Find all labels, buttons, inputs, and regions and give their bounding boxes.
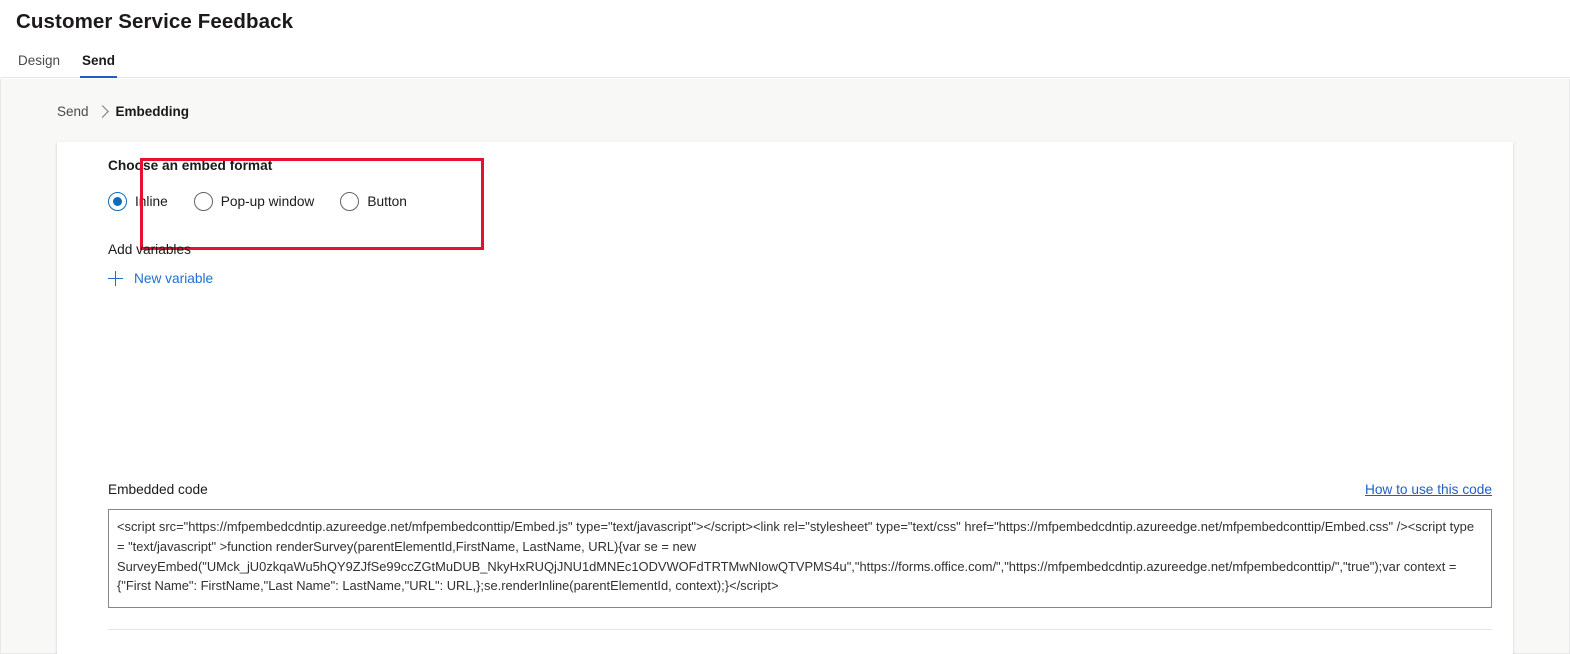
radio-popup-window[interactable]: Pop-up window	[193, 192, 315, 211]
new-variable-label: New variable	[134, 271, 214, 286]
footer-divider	[108, 629, 1492, 630]
add-variables-section: Add variables New variable	[108, 242, 213, 291]
how-to-use-code-link[interactable]: How to use this code	[1365, 482, 1492, 497]
page-header: Customer Service Feedback Design Send	[0, 0, 1570, 78]
tab-design[interactable]: Design	[16, 53, 62, 78]
embed-format-label: Choose an embed format	[108, 158, 273, 173]
embedding-card: Choose an embed format Inline Pop-up win…	[57, 142, 1513, 654]
embedded-code-label: Embedded code	[108, 482, 208, 497]
radio-popup-window-label: Pop-up window	[220, 194, 315, 209]
embedded-code-section: Embedded code How to use this code <scri…	[108, 482, 1492, 608]
tab-send[interactable]: Send	[80, 53, 118, 78]
radio-inline[interactable]: Inline	[108, 192, 168, 211]
radio-circle-icon	[108, 192, 127, 211]
radio-inline-label: Inline	[135, 194, 168, 209]
radio-button-label: Button	[367, 194, 407, 209]
tab-bar: Design Send	[16, 45, 118, 78]
embedded-code-textarea[interactable]: <script src="https://mfpembedcdntip.azur…	[108, 509, 1492, 608]
add-variables-label: Add variables	[108, 242, 191, 257]
page-title: Customer Service Feedback	[16, 10, 294, 33]
embedding-page: Customer Service Feedback Design Send Se…	[0, 0, 1570, 654]
embed-format-radio-group: Inline Pop-up window Button	[108, 192, 430, 211]
embedded-code-header: Embedded code How to use this code	[108, 482, 1492, 497]
plus-icon	[108, 271, 123, 286]
breadcrumb-item-embedding: Embedding	[115, 104, 190, 119]
page-canvas: Send Embedding Choose an embed format In…	[0, 79, 1570, 654]
breadcrumb-item-send[interactable]: Send	[57, 104, 89, 119]
breadcrumb: Send Embedding	[57, 104, 189, 119]
radio-circle-icon	[193, 192, 213, 211]
chevron-right-icon	[95, 105, 109, 118]
new-variable-button[interactable]: New variable	[108, 271, 213, 286]
radio-button[interactable]: Button	[340, 192, 407, 211]
radio-circle-icon	[340, 192, 360, 211]
embed-format-section: Choose an embed format Inline Pop-up win…	[108, 158, 484, 250]
